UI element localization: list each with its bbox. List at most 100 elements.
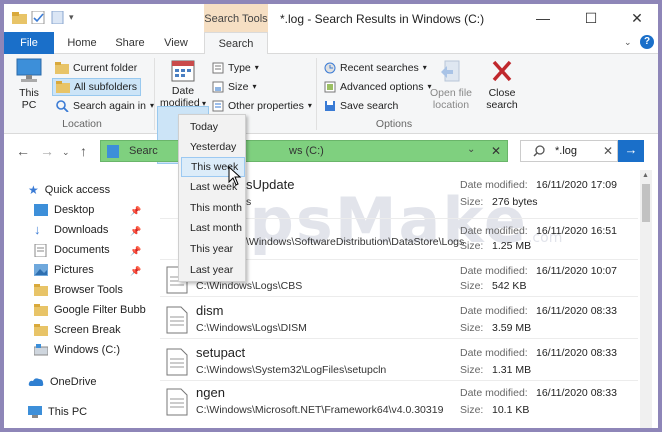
new-folder-icon[interactable]	[50, 11, 65, 24]
size-value: 1.31 MB	[492, 364, 532, 376]
date-modified-value: 16/11/2020 17:09	[536, 179, 617, 191]
file-path: \Windows\SoftwareDistribution\DataStore\…	[246, 236, 465, 248]
search-go-button[interactable]: →	[618, 140, 644, 162]
computer-icon	[28, 406, 42, 418]
tab-file[interactable]: File	[4, 32, 54, 54]
tab-view[interactable]: View	[156, 32, 196, 54]
menu-item-last-year[interactable]: Last year	[181, 260, 245, 280]
file-name: dism	[196, 303, 224, 318]
ribbon-collapse-icon[interactable]: ⌄	[624, 37, 632, 48]
address-bar[interactable]: Searc ws (C:) ⌄ ✕	[100, 140, 508, 162]
nav-item-google-filter-bubble[interactable]: Google Filter Bubble	[34, 300, 146, 320]
recent-searches-button[interactable]: Recent searches ▾	[324, 59, 427, 77]
menu-item-this-month[interactable]: This month	[181, 198, 245, 218]
open-file-location-label: Open file location	[429, 87, 473, 111]
recent-locations-icon[interactable]: ⌄	[62, 147, 70, 158]
chevron-down-icon: ▾	[307, 101, 312, 110]
forward-button[interactable]: →	[40, 143, 54, 159]
open-file-location-button[interactable]: Open file location	[428, 58, 474, 111]
this-pc-button[interactable]: This PC	[12, 58, 46, 111]
navigation-pane: ★ Quick access Desktop ↓ Downloads Docum…	[4, 172, 152, 428]
folder-icon	[34, 304, 48, 316]
chevron-down-icon: ▾	[422, 63, 427, 72]
search-box[interactable]: *.log ✕	[520, 140, 618, 162]
size-button[interactable]: Size ▾	[212, 78, 256, 96]
nav-this-pc[interactable]: This PC	[28, 402, 87, 422]
properties-icon[interactable]	[31, 11, 46, 24]
search-input[interactable]: *.log	[555, 145, 577, 157]
pin-icon[interactable]: 📌	[130, 206, 141, 217]
up-button[interactable]: ↑	[80, 143, 87, 159]
chevron-down-icon: ▾	[199, 99, 206, 108]
nav-item-documents[interactable]: Documents	[34, 240, 110, 260]
back-button[interactable]: ←	[16, 143, 30, 159]
size-label: Size:	[460, 404, 484, 416]
qat-dropdown-icon[interactable]: ▾	[69, 12, 74, 23]
location-group-label: Location	[62, 118, 102, 130]
close-button[interactable]: ✕	[614, 4, 658, 32]
close-search-button[interactable]: Close search	[482, 58, 522, 111]
tab-share[interactable]: Share	[110, 32, 150, 54]
address-dropdown-icon[interactable]: ⌄	[467, 144, 475, 155]
search-clear-icon[interactable]: ✕	[603, 144, 613, 158]
date-modified-value: 16/11/2020 08:33	[536, 347, 617, 359]
nav-quick-access[interactable]: ★ Quick access	[28, 180, 110, 200]
size-value: 1.25 MB	[492, 240, 532, 252]
maximize-button[interactable]: ☐	[568, 4, 614, 32]
nav-item-downloads[interactable]: ↓ Downloads	[34, 220, 108, 240]
scrollbar-thumb[interactable]	[642, 184, 650, 222]
this-pc-label: This PC	[19, 87, 39, 111]
chevron-down-icon: ▾	[252, 82, 257, 91]
address-text-suffix: ws (C:)	[289, 145, 324, 157]
save-search-button[interactable]: Save search	[324, 97, 398, 115]
minimize-button[interactable]: —	[520, 4, 566, 32]
other-properties-button[interactable]: Other properties ▾	[212, 97, 312, 115]
nav-this-pc-label: This PC	[48, 406, 88, 418]
current-folder-button[interactable]: Current folder	[52, 59, 140, 77]
menu-item-today[interactable]: Today	[181, 117, 245, 137]
address-clear-icon[interactable]: ✕	[491, 144, 501, 158]
nav-item-windows-c[interactable]: Windows (C:)	[34, 340, 120, 360]
menu-item-yesterday[interactable]: Yesterday	[181, 137, 245, 157]
size-label: Size:	[460, 364, 484, 376]
scroll-up-icon[interactable]: ▲	[642, 172, 649, 179]
date-modified-value: 16/11/2020 08:33	[536, 387, 617, 399]
star-icon: ★	[28, 183, 39, 197]
all-subfolders-button[interactable]: All subfolders	[52, 78, 142, 96]
tab-home[interactable]: Home	[60, 32, 104, 54]
folder-icon[interactable]	[12, 11, 27, 24]
nav-item-label: Windows (C:)	[54, 344, 121, 356]
date-modified-content: Date modified ▾	[158, 58, 208, 110]
date-modified-menu: Today Yesterday This week Last week This…	[178, 114, 246, 282]
pin-icon[interactable]: 📌	[130, 246, 141, 257]
mouse-cursor-icon	[228, 166, 242, 186]
drive-icon	[34, 344, 48, 356]
pin-icon[interactable]: 📌	[130, 226, 141, 237]
address-text-prefix: Searc	[129, 145, 158, 157]
nav-item-browser-tools[interactable]: Browser Tools	[34, 280, 123, 300]
kind-icon	[212, 62, 224, 74]
vertical-scrollbar[interactable]: ▲	[640, 170, 652, 428]
menu-item-last-month[interactable]: Last month	[181, 218, 245, 238]
file-name: ngen	[196, 385, 225, 400]
help-icon[interactable]: ?	[640, 35, 654, 49]
date-modified-value: 16/11/2020 10:07	[536, 265, 617, 277]
nav-onedrive[interactable]: OneDrive	[28, 372, 96, 392]
nav-item-label: Downloads	[54, 224, 109, 236]
computer-icon	[16, 58, 42, 82]
search-again-in-button[interactable]: Search again in ▾	[52, 97, 157, 115]
quick-access-toolbar: ▾	[12, 11, 74, 24]
nav-item-screen-break[interactable]: Screen Break	[34, 320, 121, 340]
open-file-location-icon	[441, 60, 460, 82]
close-search-label: Close search	[486, 87, 518, 111]
nav-item-desktop[interactable]: Desktop	[34, 200, 94, 220]
date-modified-label: Date modified:	[460, 305, 528, 317]
list-item[interactable]: ngen C:\Windows\Microsoft.NET\Framework6…	[160, 382, 638, 426]
advanced-options-button[interactable]: Advanced options ▾	[324, 78, 432, 96]
kind-button[interactable]: Type ▾	[212, 59, 259, 77]
tab-search[interactable]: Search	[204, 32, 268, 55]
documents-icon	[34, 243, 47, 257]
menu-item-this-year[interactable]: This year	[181, 239, 245, 259]
nav-item-pictures[interactable]: Pictures	[34, 260, 94, 280]
pin-icon[interactable]: 📌	[130, 266, 141, 277]
